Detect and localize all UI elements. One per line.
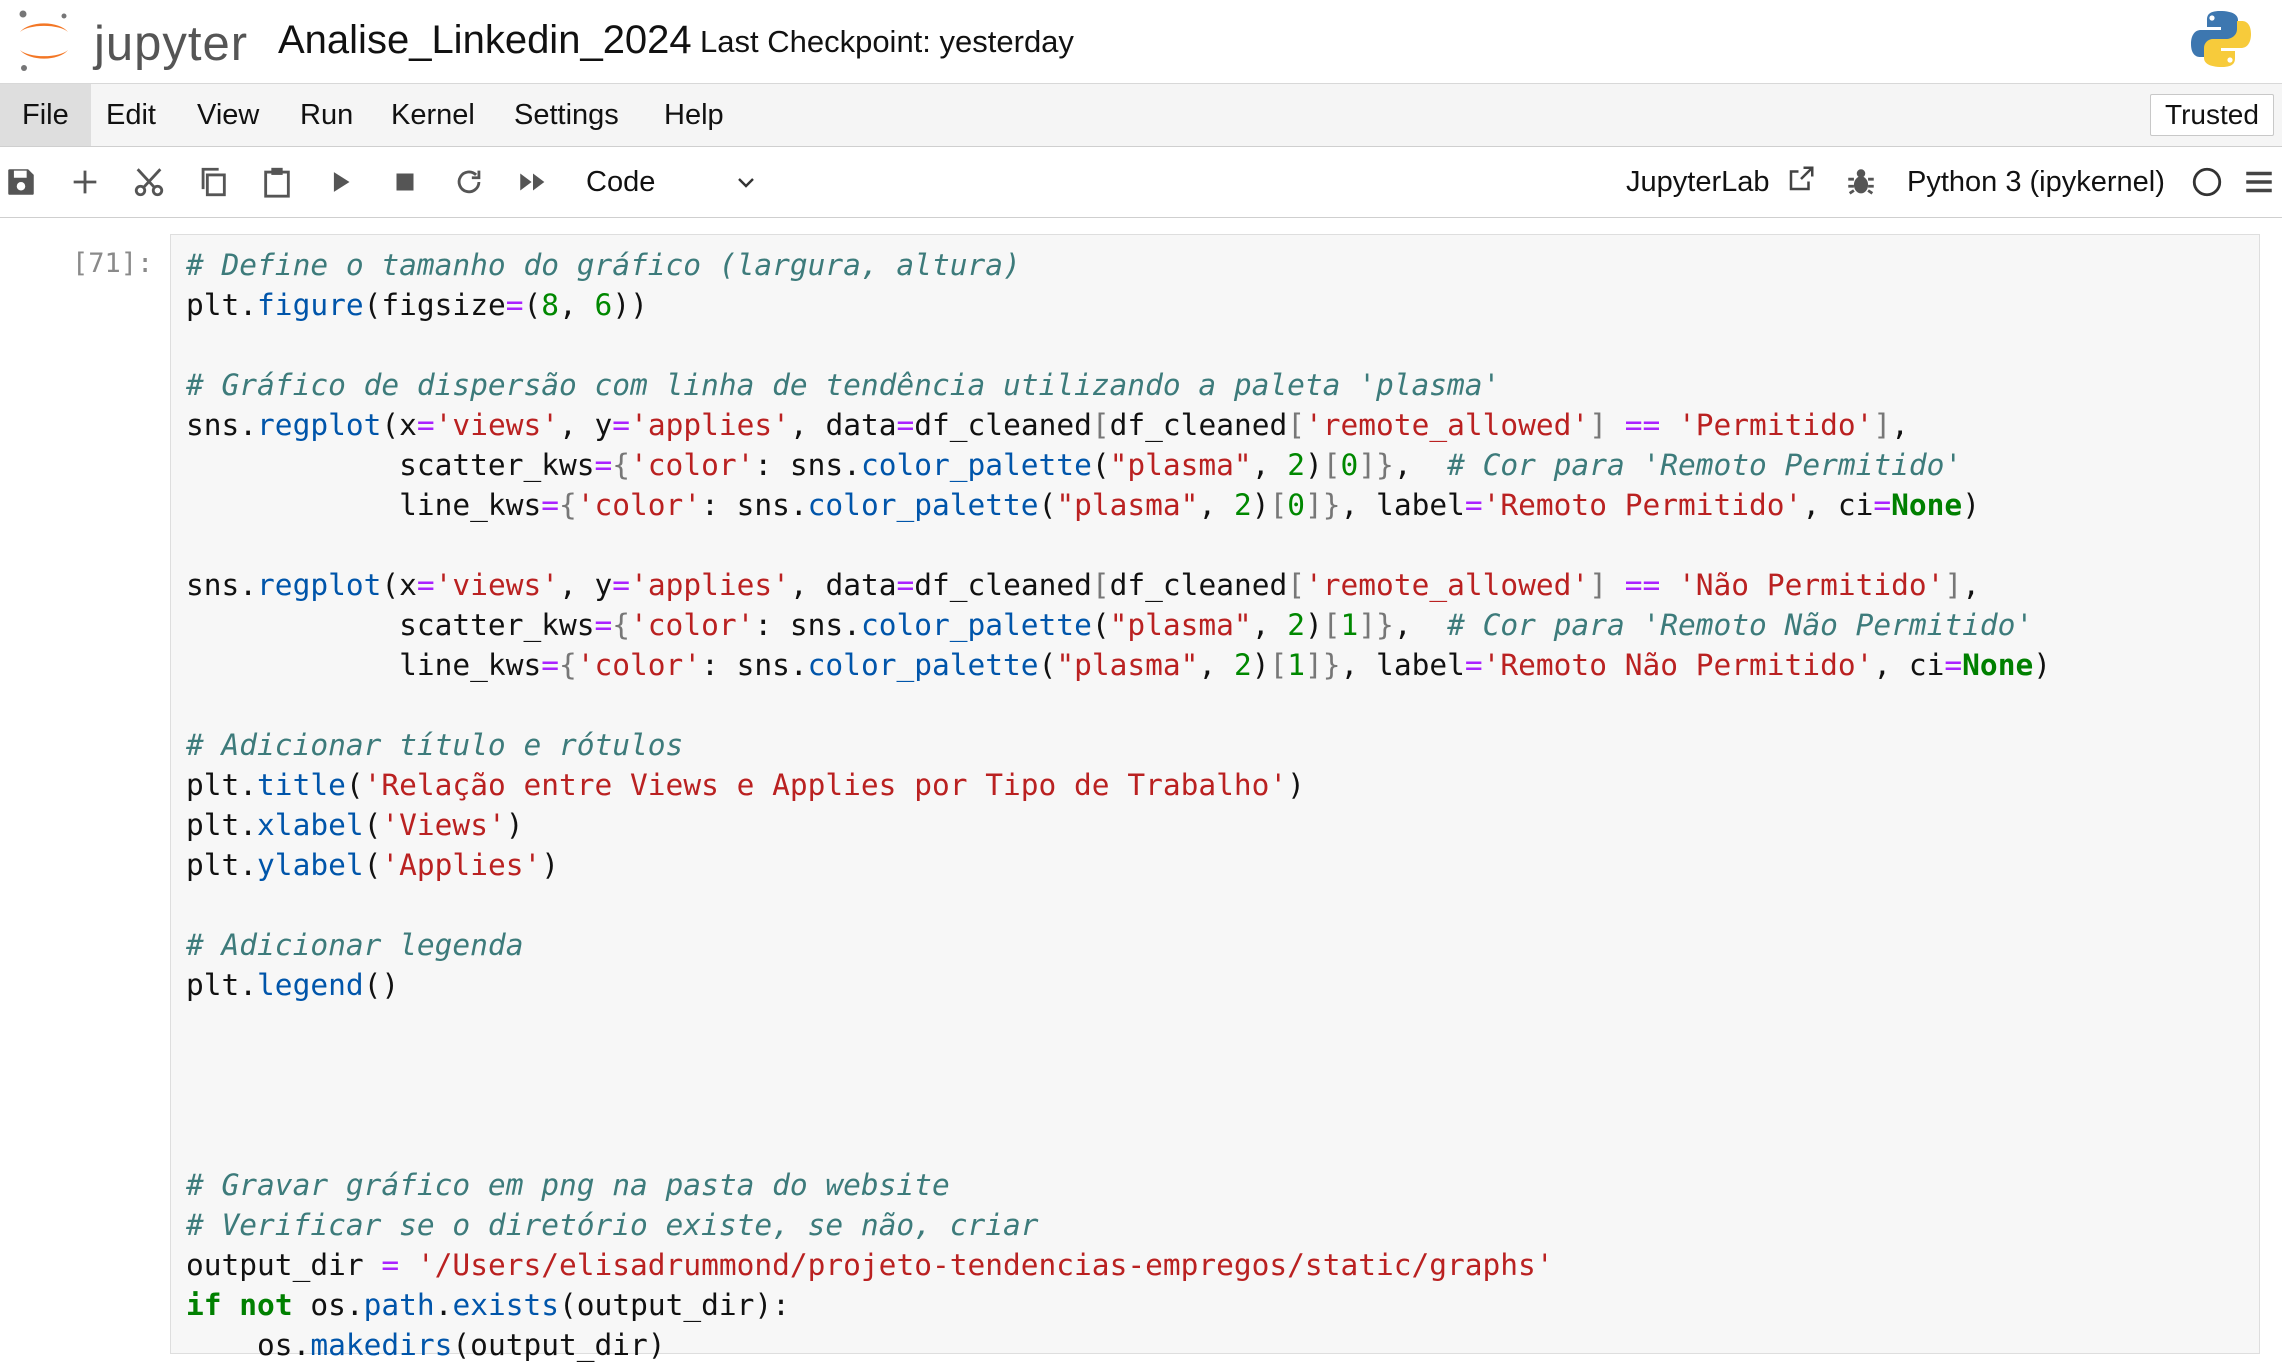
jupyter-logo[interactable]: jupyter bbox=[14, 8, 254, 78]
trusted-badge[interactable]: Trusted bbox=[2150, 94, 2274, 136]
external-link-icon bbox=[1789, 166, 1814, 191]
notebook-toolbar: Code JupyterLab Python 3 (ipykernel) bbox=[0, 147, 2282, 218]
notebook-title[interactable]: Analise_Linkedin_2024 bbox=[278, 18, 692, 63]
code-content[interactable]: # Define o tamanho do gráfico (largura, … bbox=[186, 245, 2051, 1365]
chevron-down-icon bbox=[738, 178, 754, 188]
menu-run[interactable]: Run bbox=[278, 84, 375, 146]
cell-execution-count: [71]: bbox=[72, 248, 154, 279]
python-logo-icon bbox=[2190, 8, 2252, 70]
last-checkpoint: Last Checkpoint: yesterday bbox=[700, 24, 1074, 59]
paste-icon[interactable] bbox=[260, 165, 294, 199]
top-header: jupyter Analise_Linkedin_2024 Last Check… bbox=[0, 0, 2282, 84]
jupyterlab-link[interactable]: JupyterLab bbox=[1626, 161, 1816, 203]
jupyterlab-label: JupyterLab bbox=[1626, 166, 1770, 198]
add-cell-icon[interactable] bbox=[68, 165, 102, 199]
jupyter-logo-icon bbox=[19, 10, 68, 71]
notebook-area: [71]: # Define o tamanho do gráfico (lar… bbox=[0, 218, 2282, 1362]
menu-kernel[interactable]: Kernel bbox=[369, 84, 497, 146]
save-icon[interactable] bbox=[4, 165, 38, 199]
menu-view[interactable]: View bbox=[175, 84, 281, 146]
kernel-status-icon bbox=[2190, 165, 2224, 199]
menu-edit[interactable]: Edit bbox=[84, 84, 178, 146]
stop-icon[interactable] bbox=[388, 165, 422, 199]
cell-type-select[interactable]: Code bbox=[586, 161, 766, 203]
restart-icon[interactable] bbox=[452, 165, 486, 199]
menu-file[interactable]: File bbox=[0, 84, 91, 146]
code-cell-editor[interactable]: # Define o tamanho do gráfico (largura, … bbox=[170, 234, 2260, 1362]
cell-type-value: Code bbox=[586, 166, 656, 198]
menu-bar: File Edit View Run Kernel Settings Help … bbox=[0, 84, 2282, 147]
hamburger-menu-icon[interactable] bbox=[2242, 165, 2276, 199]
menu-help[interactable]: Help bbox=[642, 84, 746, 146]
run-icon[interactable] bbox=[324, 165, 358, 199]
jupyter-logo-text: jupyter bbox=[94, 17, 249, 71]
debugger-icon[interactable] bbox=[1844, 165, 1878, 199]
copy-icon[interactable] bbox=[196, 165, 230, 199]
fast-forward-icon[interactable] bbox=[516, 165, 550, 199]
menu-settings[interactable]: Settings bbox=[492, 84, 641, 146]
cut-icon[interactable] bbox=[132, 165, 166, 199]
kernel-name[interactable]: Python 3 (ipykernel) bbox=[1907, 161, 2165, 203]
